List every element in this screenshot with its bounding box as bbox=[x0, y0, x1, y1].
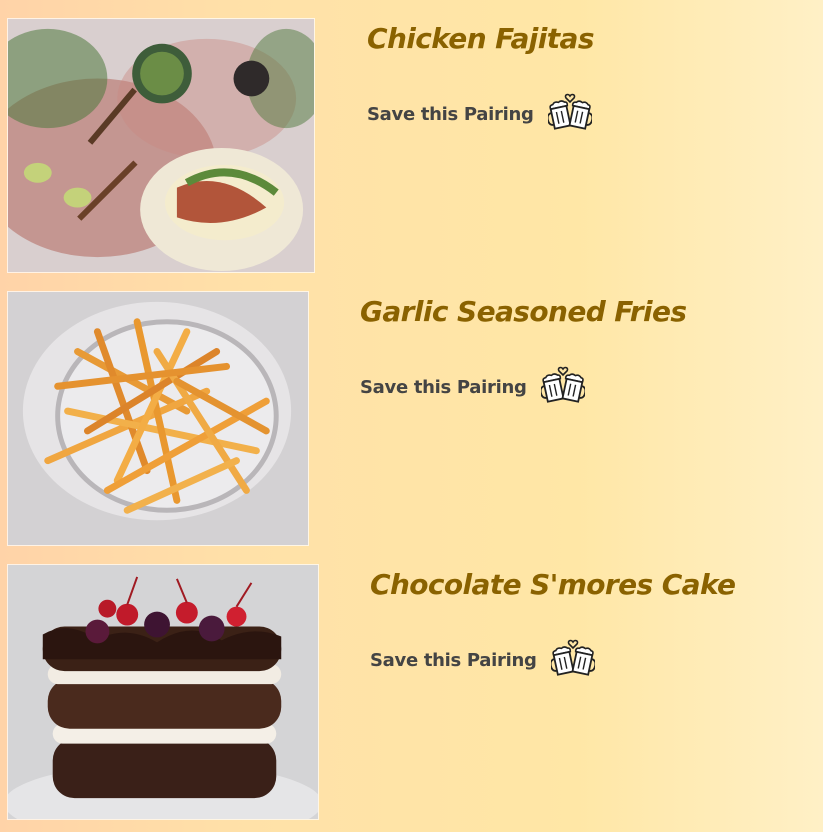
save-pairing-label: Save this Pairing bbox=[360, 376, 527, 398]
save-pairing-label: Save this Pairing bbox=[367, 103, 534, 125]
save-pairing-label: Save this Pairing bbox=[370, 649, 537, 671]
pairing-title: Garlic Seasoned Fries bbox=[360, 295, 687, 328]
pairing-title: Chicken Fajitas bbox=[367, 22, 595, 55]
cheers-mugs-icon[interactable] bbox=[550, 638, 595, 682]
cheers-mugs-icon[interactable] bbox=[547, 92, 592, 136]
save-pairing-button[interactable]: Save this Pairing bbox=[360, 365, 585, 409]
garlic-seasoned-fries-photo bbox=[7, 291, 309, 546]
save-pairing-button[interactable]: Save this Pairing bbox=[370, 638, 595, 682]
pairing-title: Chocolate S'mores Cake bbox=[370, 568, 736, 601]
chicken-fajitas-photo bbox=[7, 18, 315, 273]
cheers-mugs-icon[interactable] bbox=[540, 365, 585, 409]
chocolate-smores-cake-photo bbox=[7, 564, 319, 820]
save-pairing-button[interactable]: Save this Pairing bbox=[367, 92, 592, 136]
